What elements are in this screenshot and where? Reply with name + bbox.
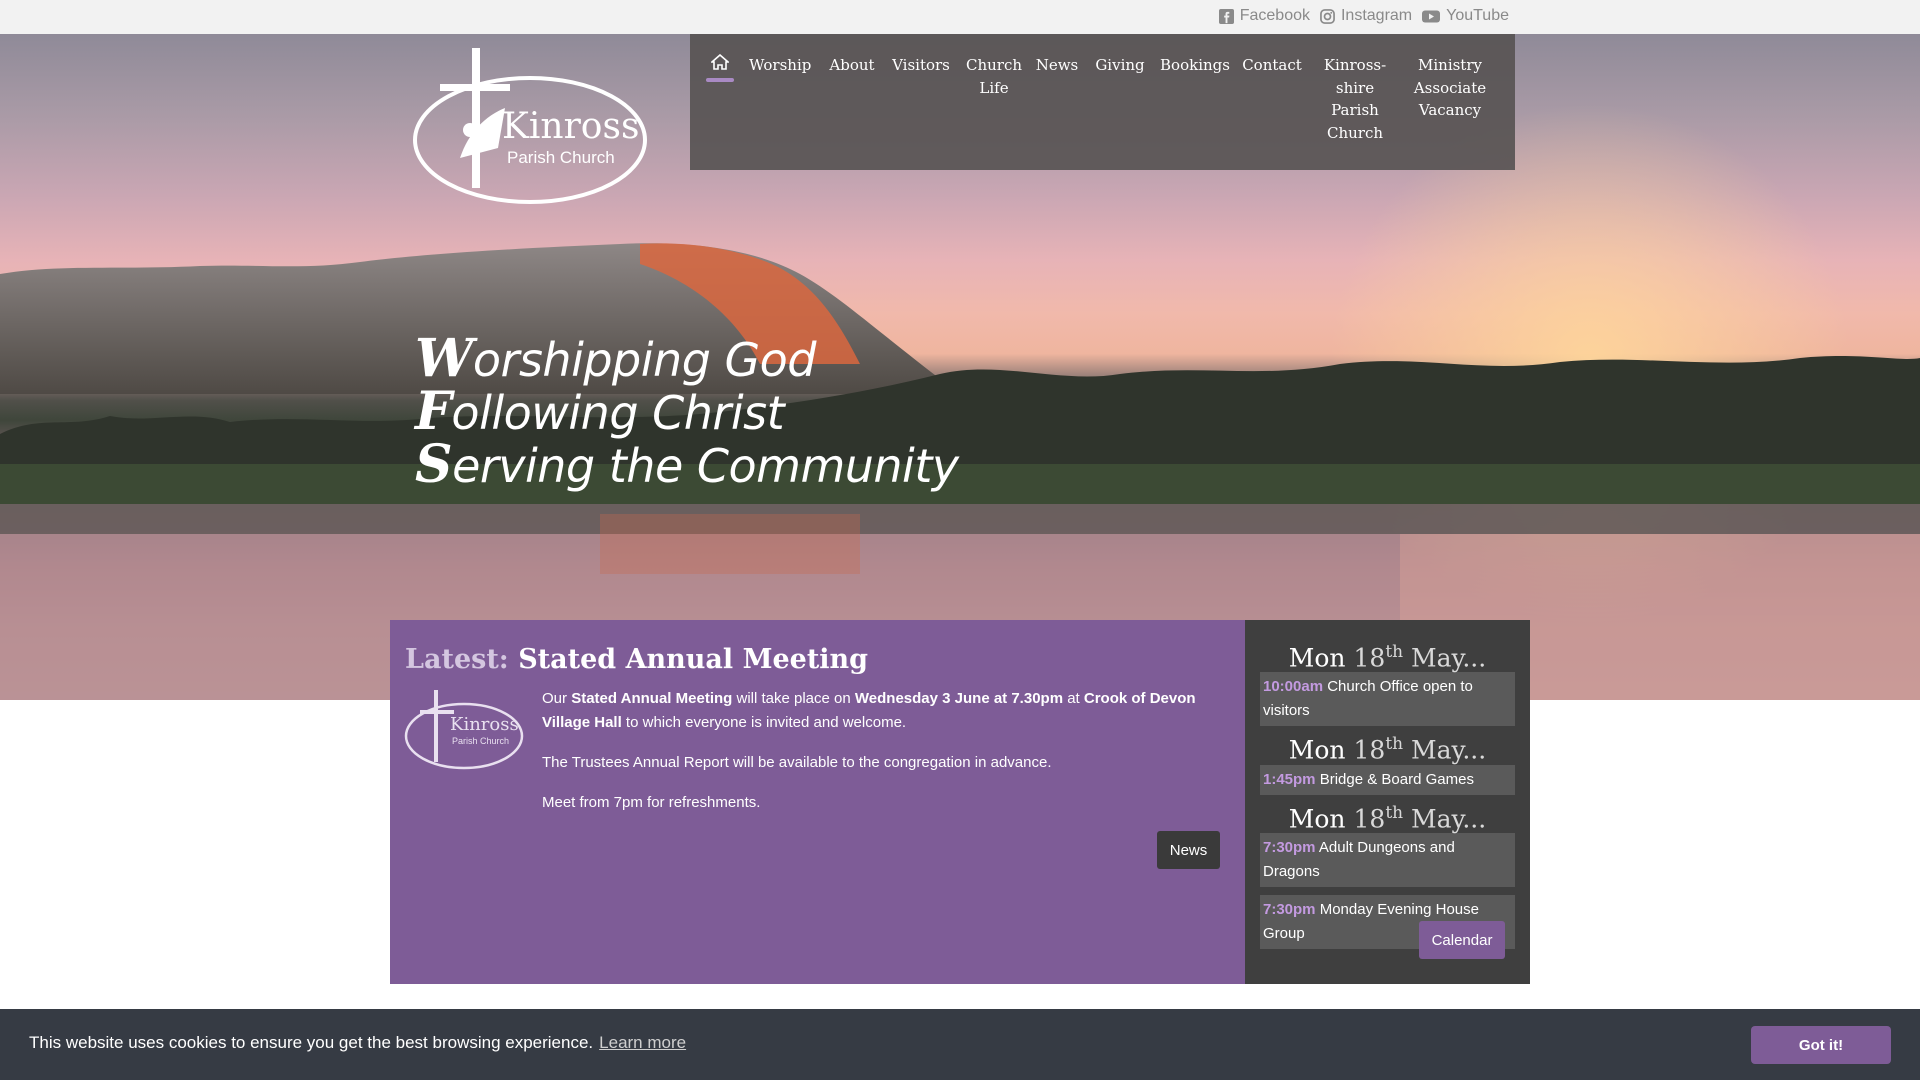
- calendar-panel: Mon 18th May... 10:00am Church Office op…: [1245, 620, 1530, 984]
- cookie-accept-button[interactable]: Got it!: [1751, 1026, 1891, 1064]
- nav-home[interactable]: [706, 54, 734, 82]
- nav-news[interactable]: News: [1033, 54, 1081, 77]
- instagram-icon: [1320, 8, 1335, 24]
- nav-bookings[interactable]: Bookings: [1160, 54, 1230, 77]
- hero-motto: Worshipping God Following Christ Serving…: [415, 328, 959, 495]
- social-links: Facebook Instagram YouTube: [1218, 7, 1509, 25]
- motto-line-1: Worshipping God: [415, 328, 817, 389]
- nav-worship[interactable]: Worship: [749, 54, 811, 77]
- active-indicator: [706, 78, 734, 82]
- calendar-day-2: Mon 18th May... 1:45pm Bridge & Board Ga…: [1245, 726, 1530, 795]
- svg-text:Kinross: Kinross: [450, 714, 519, 735]
- facebook-label: Facebook: [1239, 7, 1310, 24]
- news-thumbnail-logo: Kinross Parish Church: [404, 690, 524, 770]
- calendar-event[interactable]: 10:00am Church Office open to visitors: [1260, 672, 1515, 727]
- calendar-date: Mon 18th May...: [1288, 642, 1487, 673]
- logo-title: Kinross: [502, 106, 640, 147]
- news-paragraph-2: The Trustees Annual Report will be avail…: [542, 754, 1052, 771]
- instagram-label: Instagram: [1340, 7, 1413, 24]
- logo-subtitle: Parish Church: [507, 148, 615, 167]
- news-paragraph-3: Meet from 7pm for refreshments.: [542, 794, 761, 811]
- facebook-icon: [1218, 8, 1234, 24]
- home-icon: [711, 54, 729, 70]
- nav-ministry-associate-vacancy[interactable]: Ministry Associate Vacancy: [1410, 54, 1490, 122]
- learn-more-link[interactable]: Learn more: [599, 1033, 686, 1052]
- instagram-link[interactable]: Instagram: [1320, 7, 1412, 25]
- news-paragraph-1: Our Stated Annual Meeting will take plac…: [542, 690, 1196, 731]
- calendar-button[interactable]: Calendar: [1419, 921, 1505, 959]
- youtube-label: YouTube: [1446, 7, 1509, 24]
- nav-giving[interactable]: Giving: [1094, 54, 1146, 77]
- youtube-icon: [1422, 10, 1441, 22]
- latest-news-panel: Latest: Stated Annual Meeting Kinross Pa…: [390, 620, 1245, 984]
- nav-contact[interactable]: Contact: [1242, 54, 1302, 77]
- main-nav: Worship About Visitors Church Life News …: [690, 34, 1515, 170]
- calendar-day-1: Mon 18th May... 10:00am Church Office op…: [1245, 620, 1530, 727]
- news-button[interactable]: News: [1157, 831, 1220, 869]
- cookie-consent-bar: This website uses cookies to ensure you …: [0, 1009, 1920, 1080]
- nav-about[interactable]: About: [827, 54, 877, 77]
- social-bar: Facebook Instagram YouTube: [0, 0, 1920, 34]
- youtube-link[interactable]: YouTube: [1422, 7, 1509, 25]
- calendar-date: Mon 18th May...: [1288, 734, 1487, 765]
- cookie-message: This website uses cookies to ensure you …: [29, 1033, 687, 1052]
- news-title[interactable]: Stated Annual Meeting: [518, 644, 868, 675]
- news-heading: Latest: Stated Annual Meeting: [405, 644, 868, 675]
- motto-line-3: Serving the Community: [415, 434, 959, 495]
- news-body: Our Stated Annual Meeting will take plac…: [542, 687, 1222, 831]
- nav-kinross-shire-parish-church[interactable]: Kinross-shire Parish Church: [1320, 54, 1390, 144]
- latest-label: Latest:: [405, 644, 509, 675]
- calendar-event[interactable]: 7:30pm Adult Dungeons and Dragons: [1260, 832, 1515, 887]
- nav-visitors[interactable]: Visitors: [891, 54, 951, 77]
- svg-text:Parish Church: Parish Church: [452, 736, 509, 746]
- calendar-event[interactable]: 1:45pm Bridge & Board Games: [1260, 764, 1515, 795]
- calendar-date: Mon 18th May...: [1288, 802, 1487, 833]
- motto-line-2: Following Christ: [415, 381, 785, 442]
- nav-church-life[interactable]: Church Life: [962, 54, 1026, 99]
- facebook-link[interactable]: Facebook: [1218, 7, 1310, 25]
